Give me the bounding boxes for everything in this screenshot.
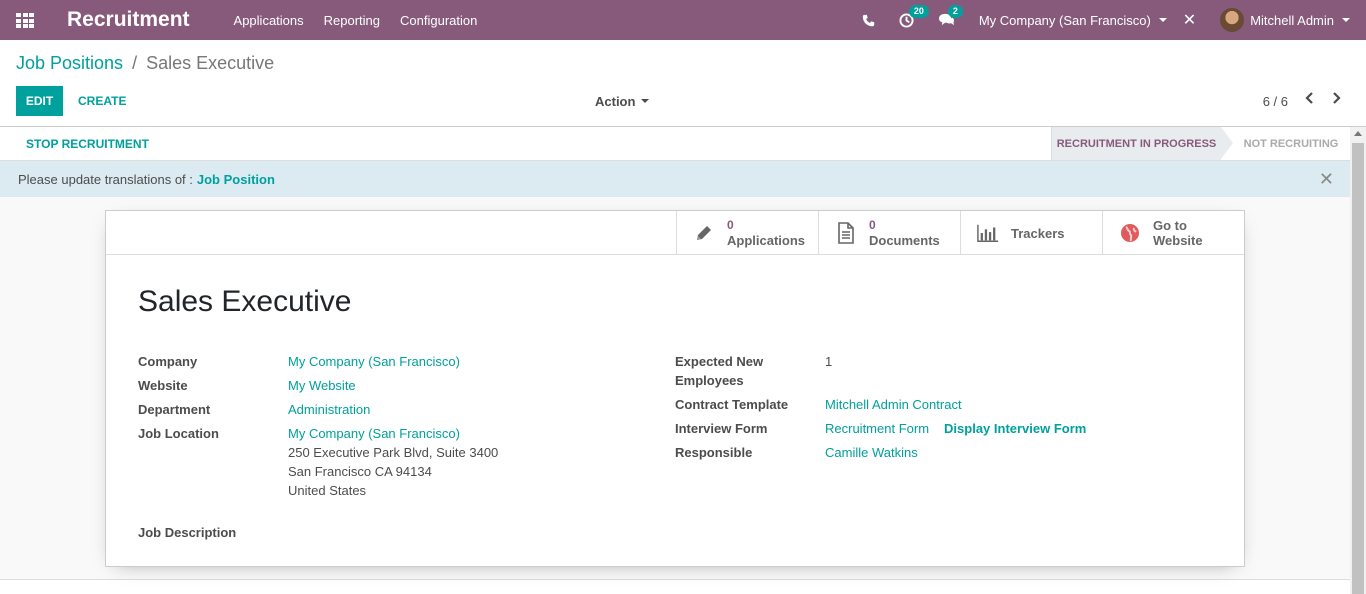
status-bar: STOP RECRUITMENT RECRUITMENT IN PROGRESS… [0,127,1350,161]
banner-job-position-link[interactable]: Job Position [197,172,275,187]
applications-label: Applications [727,233,806,248]
department-label: Department [138,402,211,417]
main-menu: Applications Reporting Configuration [224,13,488,28]
app-brand[interactable]: Recruitment [67,8,190,32]
chevron-down-icon [641,99,650,103]
company-switcher[interactable]: My Company (San Francisco) [979,13,1167,28]
job-description-label: Job Description [138,525,237,540]
breadcrumb-job-positions[interactable]: Job Positions [16,53,123,73]
fields-left-group: Company My Company (San Francisco) Websi… [138,352,638,505]
website-field[interactable]: My Website [288,376,356,395]
app-menu-icon[interactable] [16,13,34,28]
address-line-2: San Francisco CA 94134 [288,464,432,479]
fields-right-group: Expected New Employees 1 Contract Templa… [675,352,1175,467]
create-button[interactable]: CREATE [78,86,126,116]
form-sheet: 0 Applications 0 Documents Trackers Go t… [105,210,1245,567]
documents-stat-button[interactable]: 0 Documents [818,211,960,255]
interview-form-field[interactable]: Recruitment Form [825,419,929,438]
trackers-label: Trackers [1011,225,1065,241]
breadcrumb: Job Positions / Sales Executive [16,53,274,74]
website-label-line2: Website [1153,233,1203,248]
job-location-field[interactable]: My Company (San Francisco) [288,426,460,441]
messages-icon[interactable]: 2 [938,5,963,27]
address-line-3: United States [288,483,367,498]
responsible-label: Responsible [675,445,753,460]
display-interview-form-button[interactable]: Display Interview Form [944,419,1086,438]
stop-recruitment-button[interactable]: STOP RECRUITMENT [26,137,149,151]
menu-applications[interactable]: Applications [224,13,314,28]
user-name: Mitchell Admin [1250,12,1334,28]
scrollbar[interactable] [1350,127,1366,594]
avatar [1220,8,1245,32]
interview-form-label: Interview Form [675,421,768,436]
scroll-thumb[interactable] [1352,143,1364,594]
edit-button[interactable]: EDIT [16,86,63,116]
menu-reporting[interactable]: Reporting [314,13,390,28]
debug-close-icon[interactable]: ✕ [1183,10,1196,30]
website-label-line1: Go to [1153,218,1187,233]
company-label: Company [138,354,198,369]
documents-count: 0 [869,218,876,232]
action-dropdown-label: Action [595,93,636,109]
translation-banner: Please update translations of : Job Posi… [0,161,1350,197]
control-panel: Job Positions / Sales Executive EDIT CRE… [0,40,1366,127]
stage-recruitment-in-progress[interactable]: RECRUITMENT IN PROGRESS [1051,127,1233,160]
breadcrumb-separator: / [132,53,138,73]
website-label: Website [138,378,188,393]
applications-count: 0 [727,218,734,232]
globe-icon [1119,222,1141,244]
pager-value[interactable]: 6 / 6 [1263,94,1288,109]
expected-employees-field[interactable]: 1 [825,352,832,390]
trackers-stat-button[interactable]: Trackers [960,211,1102,255]
pager-previous-icon[interactable] [1304,91,1314,108]
phone-icon[interactable] [862,14,875,27]
stage-not-recruiting[interactable]: NOT RECRUITING [1236,127,1346,160]
record-title[interactable]: Sales Executive [138,285,351,319]
company-switcher-label: My Company (San Francisco) [978,12,1151,28]
bar-chart-icon [977,222,999,244]
document-icon [835,222,857,244]
scroll-up-icon[interactable] [1354,131,1362,136]
website-stat-button[interactable]: Go to Website [1102,211,1244,255]
top-navbar: Recruitment Applications Reporting Confi… [0,0,1366,40]
messages-badge: 2 [947,5,963,18]
pencil-icon [693,222,715,244]
contract-template-label: Contract Template [675,397,789,412]
documents-label: Documents [869,233,940,248]
expected-employees-label-line2: Employees [675,373,744,388]
contract-template-field[interactable]: Mitchell Admin Contract [825,395,962,414]
close-icon[interactable]: ✕ [1319,169,1334,190]
navbar-right: 20 2 My Company (San Francisco) ✕ Mitche… [862,0,1366,40]
user-menu[interactable]: Mitchell Admin [1220,8,1350,32]
expected-employees-label-line1: Expected New [675,354,764,369]
banner-text: Please update translations of : [18,171,193,187]
activities-badge: 20 [908,4,929,18]
menu-configuration[interactable]: Configuration [390,13,487,28]
job-location-label: Job Location [138,426,219,441]
activities-icon[interactable]: 20 [899,4,929,28]
pager-next-icon[interactable] [1332,91,1342,108]
address-line-1: 250 Executive Park Blvd, Suite 3400 [288,445,499,460]
button-box: 0 Applications 0 Documents Trackers Go t… [676,211,1244,255]
applications-stat-button[interactable]: 0 Applications [676,211,818,255]
company-field[interactable]: My Company (San Francisco) [288,352,460,371]
expected-employees-label: Expected New Employees [675,352,825,390]
chevron-down-icon [1158,18,1167,22]
action-dropdown[interactable]: Action [595,86,650,116]
breadcrumb-current: Sales Executive [146,53,275,73]
responsible-field[interactable]: Camille Watkins [825,443,918,462]
department-field[interactable]: Administration [288,400,370,419]
chevron-down-icon [1342,18,1350,22]
